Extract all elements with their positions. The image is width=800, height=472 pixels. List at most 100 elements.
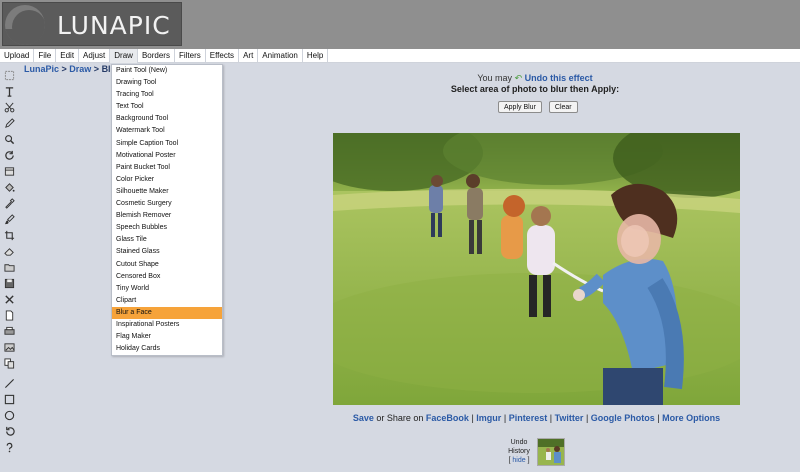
zoom-icon[interactable]	[3, 134, 15, 146]
lunapic-logo[interactable]: LUNAPIC	[2, 2, 182, 46]
draw-menu-item-simple-caption-tool[interactable]: Simple Caption Tool	[112, 138, 222, 150]
more-options-link[interactable]: More Options	[662, 413, 720, 423]
breadcrumb-sep: >	[91, 64, 102, 74]
select-icon[interactable]	[3, 70, 15, 82]
brush-icon[interactable]	[3, 214, 15, 226]
blur-instruction: Select area of photo to blur then Apply:	[450, 84, 620, 94]
draw-menu-item-tracing-tool[interactable]: Tracing Tool	[112, 89, 222, 101]
hide-link[interactable]: hide	[512, 457, 525, 464]
draw-menu-item-blemish-remover[interactable]: Blemish Remover	[112, 210, 222, 222]
eraser-icon[interactable]	[3, 246, 15, 258]
paint-bucket-icon[interactable]	[3, 182, 15, 194]
draw-menu-item-tiny-world[interactable]: Tiny World	[112, 283, 222, 295]
menu-help[interactable]: Help	[303, 49, 329, 63]
print-icon[interactable]	[3, 326, 15, 338]
draw-menu-item-paint-tool-new[interactable]: Paint Tool (New)	[112, 65, 222, 77]
pencil-icon[interactable]	[3, 118, 15, 130]
logo-text: LUNAPIC	[57, 11, 171, 40]
breadcrumb-sep: >	[59, 64, 70, 74]
share-sep: |	[503, 413, 507, 423]
menu-effects[interactable]: Effects	[206, 49, 240, 63]
scissors-icon[interactable]	[3, 102, 15, 114]
breadcrumb-lunapic[interactable]: LunaPic	[24, 64, 59, 74]
draw-menu-item-censored-box[interactable]: Censored Box	[112, 271, 222, 283]
draw-menu-item-paint-bucket-tool[interactable]: Paint Bucket Tool	[112, 162, 222, 174]
draw-menu-item-stained-glass[interactable]: Stained Glass	[112, 246, 222, 258]
or-share-on-text: or Share on	[376, 413, 424, 423]
open-icon[interactable]	[3, 262, 15, 274]
photo-icon[interactable]	[3, 342, 15, 354]
eyedropper-icon[interactable]	[3, 198, 15, 210]
site-header: LUNAPIC	[0, 0, 800, 49]
menu-borders[interactable]: Borders	[138, 49, 175, 63]
rectangle-icon[interactable]	[3, 394, 15, 406]
draw-menu-item-holiday-cards[interactable]: Holiday Cards	[112, 343, 222, 355]
breadcrumb: LunaPic > Draw > Blur	[24, 64, 120, 74]
left-toolbar	[0, 64, 18, 472]
menu-art[interactable]: Art	[239, 49, 259, 63]
draw-menu-item-background-tool[interactable]: Background Tool	[112, 113, 222, 125]
text-icon[interactable]	[3, 86, 15, 98]
you-may-text: You may	[477, 73, 513, 83]
breadcrumb-draw[interactable]: Draw	[69, 64, 91, 74]
draw-menu-item-inspirational-posters[interactable]: Inspirational Posters	[112, 319, 222, 331]
draw-menu-item-drawing-tool[interactable]: Drawing Tool	[112, 77, 222, 89]
menu-animation[interactable]: Animation	[258, 49, 303, 63]
share-facebook-link[interactable]: FaceBook	[426, 413, 469, 423]
share-line: Save or Share on FaceBook | Imgur | Pint…	[333, 413, 740, 423]
circle-icon[interactable]	[3, 410, 15, 422]
undo-effect-link[interactable]: Undo this effect	[525, 73, 593, 83]
undo-prompt: You may ↶ Undo this effect	[334, 73, 736, 84]
apply-blur-button[interactable]: Apply Blur	[498, 101, 542, 113]
share-sep: |	[549, 413, 553, 423]
draw-menu-item-blur-a-face[interactable]: Blur a Face	[112, 306, 222, 319]
photo-canvas[interactable]	[333, 133, 740, 405]
undo-icon[interactable]	[3, 426, 15, 438]
draw-menu-item-silhouette-maker[interactable]: Silhouette Maker	[112, 186, 222, 198]
save-icon[interactable]	[3, 278, 15, 290]
share-sep: |	[657, 413, 660, 423]
rotate-icon[interactable]	[3, 150, 15, 162]
share-google-photos-link[interactable]: Google Photos	[591, 413, 655, 423]
new-page-icon[interactable]	[3, 310, 15, 322]
crop-icon[interactable]	[3, 230, 15, 242]
undo-history: Undo History [ hide ]	[497, 438, 541, 465]
draw-menu-item-speech-bubbles[interactable]: Speech Bubbles	[112, 222, 222, 234]
draw-menu-item-watermark-tool[interactable]: Watermark Tool	[112, 125, 222, 137]
menu-filters[interactable]: Filters	[175, 49, 206, 63]
draw-menu-item-glass-tile[interactable]: Glass Tile	[112, 234, 222, 246]
menu-edit[interactable]: Edit	[56, 49, 80, 63]
undo-history-title: Undo	[510, 439, 528, 446]
menu-file[interactable]: File	[34, 49, 57, 63]
delete-icon[interactable]	[3, 294, 15, 306]
draw-menu-item-clipart[interactable]: Clipart	[112, 295, 222, 307]
menu-draw[interactable]: Draw	[110, 49, 138, 63]
menubar: Upload File Edit Adjust Draw Borders Fil…	[0, 49, 800, 63]
undo-history-toggle: [ hide ]	[508, 457, 530, 464]
line-icon[interactable]	[3, 378, 15, 390]
draw-menu-item-text-tool[interactable]: Text Tool	[112, 101, 222, 113]
undo-arrow-icon: ↶	[514, 73, 523, 83]
draw-menu-item-motivational-poster[interactable]: Motivational Poster	[112, 150, 222, 162]
menu-adjust[interactable]: Adjust	[79, 49, 111, 63]
clear-button[interactable]: Clear	[548, 101, 578, 113]
copy-icon[interactable]	[3, 358, 15, 370]
share-sep: |	[471, 413, 474, 423]
help-icon[interactable]	[3, 442, 15, 454]
draw-menu-item-cosmetic-surgery[interactable]: Cosmetic Surgery	[112, 198, 222, 210]
share-pinterest-link[interactable]: Pinterest	[509, 413, 548, 423]
share-sep: |	[585, 413, 589, 423]
moon-logo-icon	[5, 5, 45, 45]
blur-buttons: Apply Blur Clear	[498, 101, 578, 113]
draw-dropdown-menu: Paint Tool (New) Drawing Tool Tracing Tool…	[111, 64, 223, 357]
layers-icon[interactable]	[3, 166, 15, 178]
menu-upload[interactable]: Upload	[0, 49, 35, 63]
save-link[interactable]: Save	[353, 413, 374, 423]
undo-history-subtitle: History	[508, 448, 530, 455]
draw-menu-item-flag-maker[interactable]: Flag Maker	[112, 331, 222, 343]
history-thumbnail[interactable]	[537, 438, 565, 466]
draw-menu-item-color-picker[interactable]: Color Picker	[112, 174, 222, 186]
draw-menu-item-cutout-shape[interactable]: Cutout Shape	[112, 259, 222, 271]
share-imgur-link[interactable]: Imgur	[476, 413, 501, 423]
share-twitter-link[interactable]: Twitter	[555, 413, 584, 423]
